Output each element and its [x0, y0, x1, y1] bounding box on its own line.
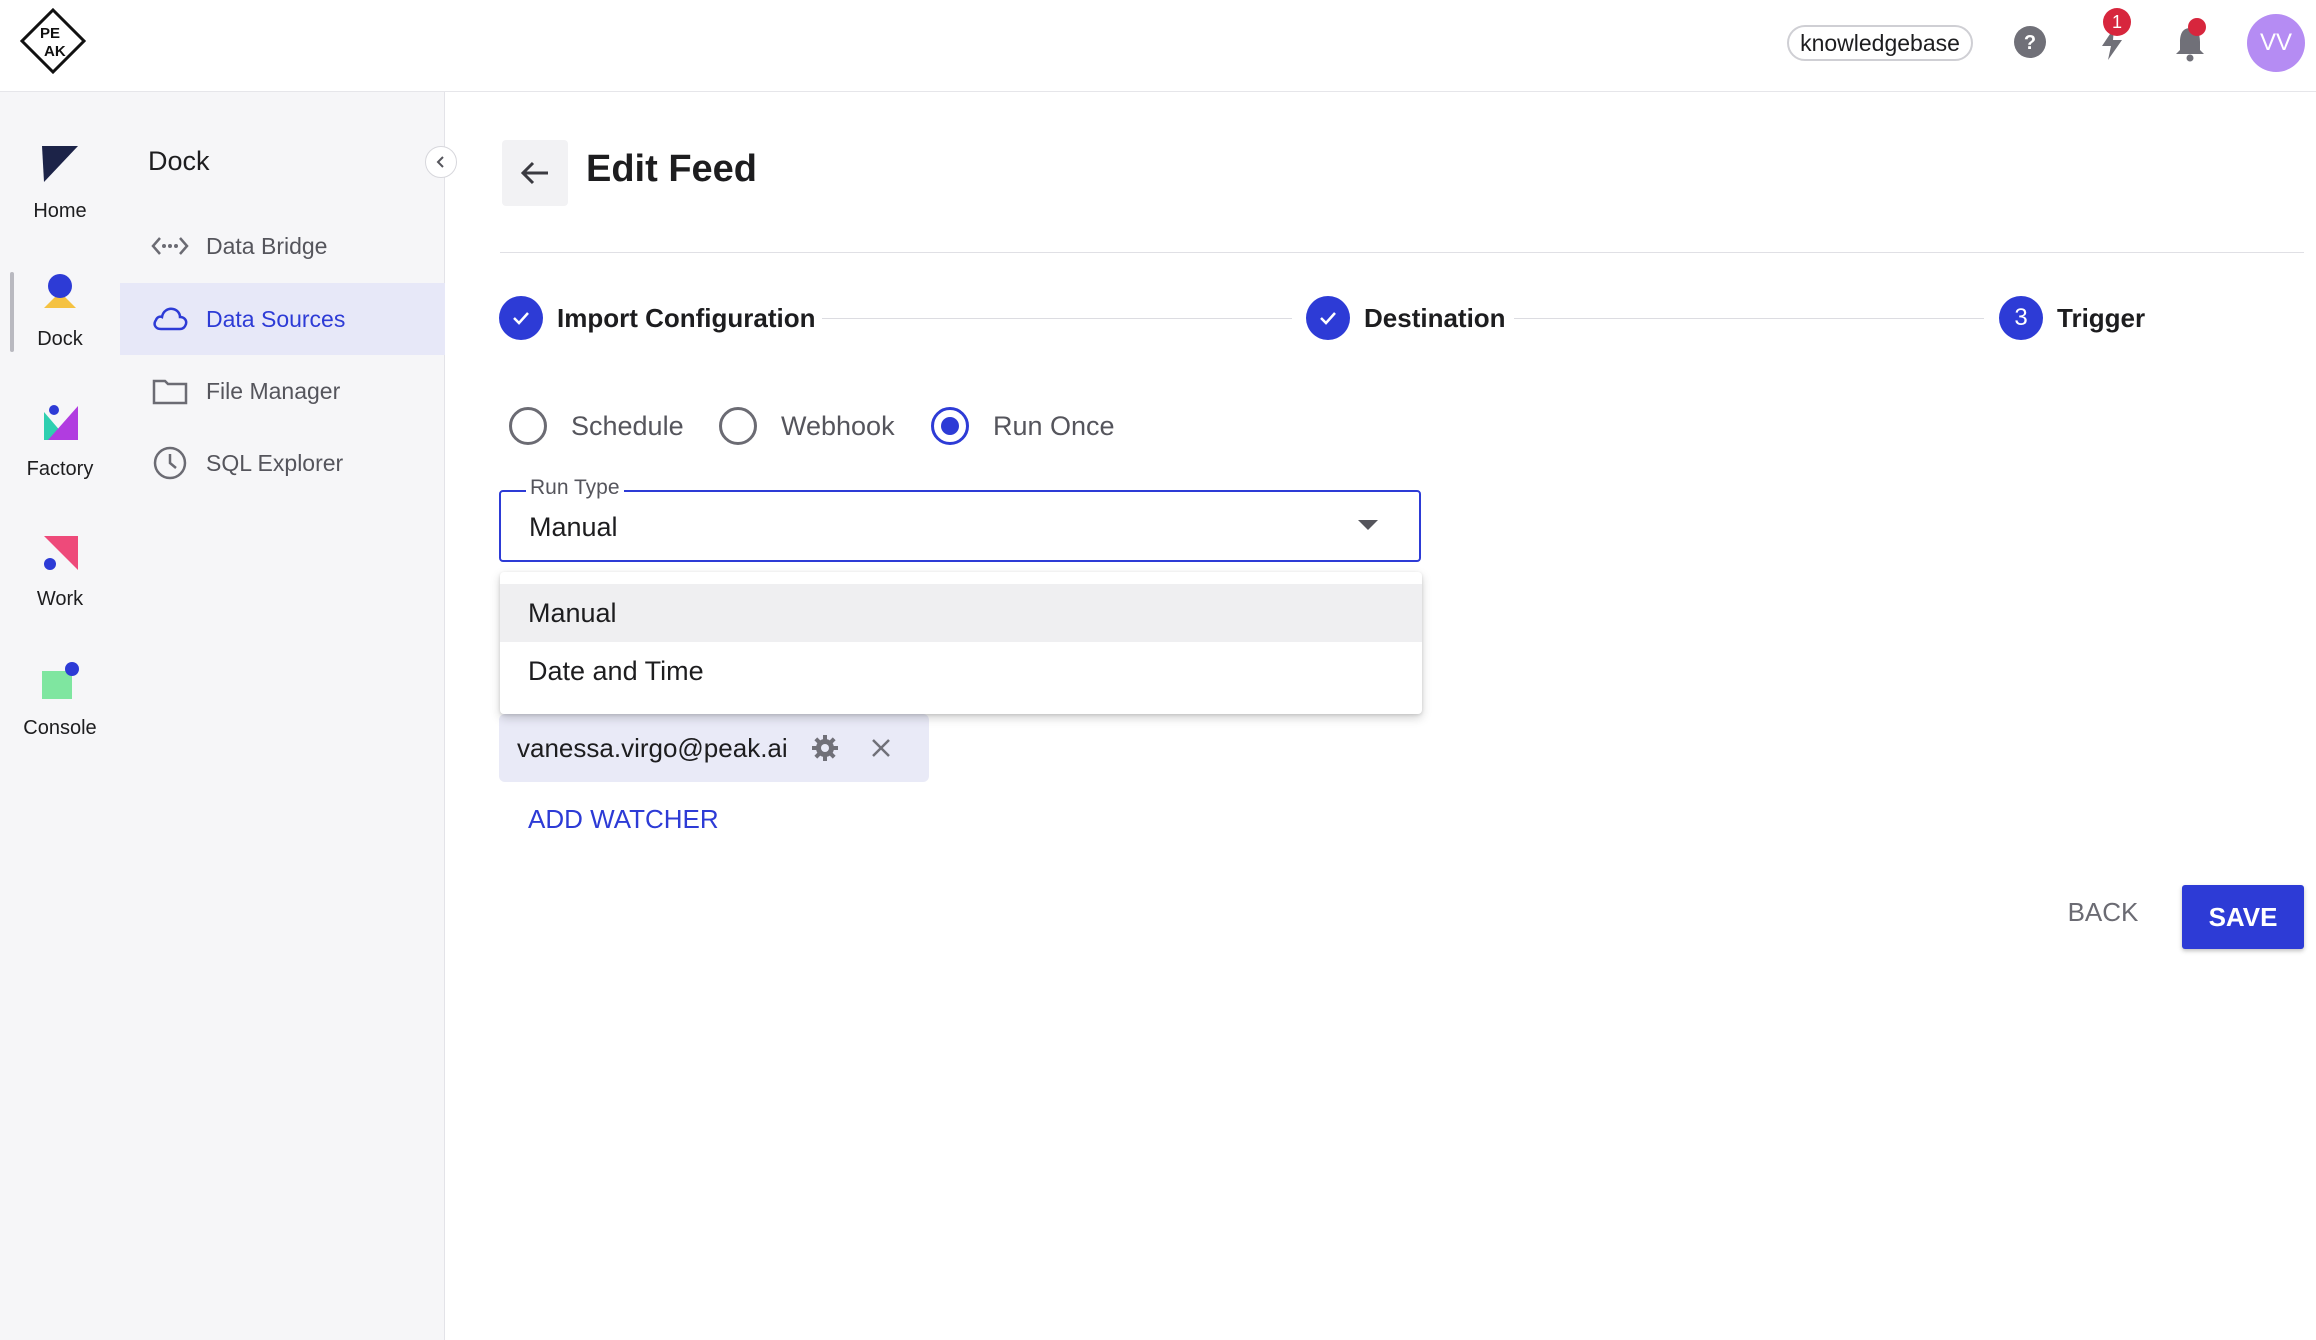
check-icon — [1306, 296, 1350, 340]
radio-webhook[interactable]: Webhook — [719, 406, 895, 446]
close-icon[interactable] — [867, 734, 895, 762]
rail-item-dock[interactable]: Dock — [0, 260, 120, 370]
top-bar: PE AK knowledgebase ? 1 VV — [0, 0, 2316, 92]
save-button[interactable]: SAVE — [2182, 885, 2304, 949]
rail-item-work[interactable]: Work — [0, 520, 120, 630]
rail-label: Factory — [26, 458, 94, 480]
step-destination[interactable]: Destination — [1306, 296, 1506, 340]
radio-label: Schedule — [571, 410, 684, 441]
factory-icon — [44, 405, 78, 440]
radio-button[interactable] — [509, 407, 547, 445]
menu-option-manual[interactable]: Manual — [500, 584, 1422, 642]
radio-run-once[interactable]: Run Once — [931, 406, 1115, 446]
page-title: Edit Feed — [586, 148, 758, 190]
stepper-connector — [1514, 318, 1984, 319]
dock-item-sql-explorer[interactable]: SQL Explorer — [120, 427, 445, 499]
gear-icon[interactable] — [809, 732, 841, 764]
dock-title: Dock — [148, 146, 210, 176]
back-arrow-button[interactable] — [502, 140, 568, 206]
run-type-label: Run Type — [526, 476, 624, 500]
radio-label: Run Once — [993, 410, 1115, 441]
home-icon — [42, 146, 78, 182]
clock-icon — [153, 446, 187, 480]
rail-item-console[interactable]: Console — [0, 649, 120, 759]
menu-option-date-and-time[interactable]: Date and Time — [500, 642, 1422, 700]
peak-logo[interactable]: PE AK — [20, 8, 86, 74]
run-type-select[interactable] — [499, 490, 1421, 562]
dock-item-data-bridge[interactable]: Data Bridge — [120, 210, 445, 282]
radio-button[interactable] — [931, 407, 969, 445]
step-trigger[interactable]: 3 Trigger — [1999, 296, 2145, 340]
radio-label: Webhook — [781, 410, 895, 441]
dock-item-file-manager[interactable]: File Manager — [120, 355, 445, 427]
workspace-chip[interactable]: knowledgebase — [1787, 25, 1973, 61]
rail-label: Console — [23, 717, 97, 739]
check-icon — [499, 296, 543, 340]
app-rail: Home Dock Factory Work Console — [0, 92, 120, 1340]
run-type-menu: Manual Date and Time — [500, 572, 1422, 714]
svg-text:?: ? — [2024, 32, 2036, 54]
dock-item-label: File Manager — [206, 377, 341, 404]
bell-status-dot — [2188, 18, 2206, 36]
rail-label: Work — [36, 588, 84, 610]
rail-item-factory[interactable]: Factory — [0, 390, 120, 500]
rail-item-home[interactable]: Home — [0, 132, 120, 242]
dock-icon — [44, 274, 76, 308]
step-import-configuration[interactable]: Import Configuration — [499, 296, 816, 340]
watcher-chip: vanessa.virgo@peak.ai — [499, 714, 929, 782]
dock-item-label: SQL Explorer — [206, 449, 344, 476]
arrow-left-icon — [520, 161, 548, 185]
add-watcher-button[interactable]: ADD WATCHER — [528, 804, 719, 835]
back-button[interactable]: BACK — [2052, 880, 2154, 944]
dock-item-data-sources[interactable]: Data Sources — [120, 283, 445, 355]
title-divider — [500, 252, 2304, 253]
rail-label: Home — [33, 200, 87, 222]
svg-text:AK: AK — [44, 43, 66, 60]
radio-button[interactable] — [719, 407, 757, 445]
dock-sidebar: Dock Data Bridge Data Sources File Manag… — [120, 92, 457, 1340]
notification-badge: 1 — [2103, 8, 2131, 36]
dock-item-label: Data Sources — [206, 305, 346, 332]
console-icon — [42, 662, 79, 699]
cloud-icon — [153, 307, 188, 331]
svg-text:PE: PE — [40, 25, 60, 42]
rail-label: Dock — [37, 328, 83, 350]
stepper-connector — [822, 318, 1292, 319]
watcher-email: vanessa.virgo@peak.ai — [517, 732, 788, 763]
folder-icon — [152, 379, 188, 405]
data-bridge-icon — [151, 237, 189, 255]
user-avatar[interactable]: VV — [2247, 14, 2305, 72]
caret-down-icon[interactable] — [1358, 520, 1378, 530]
chevron-left-icon — [436, 156, 444, 168]
collapse-sidebar-button[interactable] — [425, 146, 457, 178]
dock-item-label: Data Bridge — [206, 232, 328, 259]
step-label: Import Configuration — [557, 302, 816, 333]
step-number: 3 — [1999, 296, 2043, 340]
step-label: Destination — [1364, 302, 1506, 333]
radio-schedule[interactable]: Schedule — [509, 406, 684, 446]
work-icon — [44, 536, 78, 570]
run-type-value: Manual — [529, 512, 618, 542]
help-icon[interactable]: ? — [2008, 20, 2052, 64]
step-label: Trigger — [2057, 302, 2146, 333]
